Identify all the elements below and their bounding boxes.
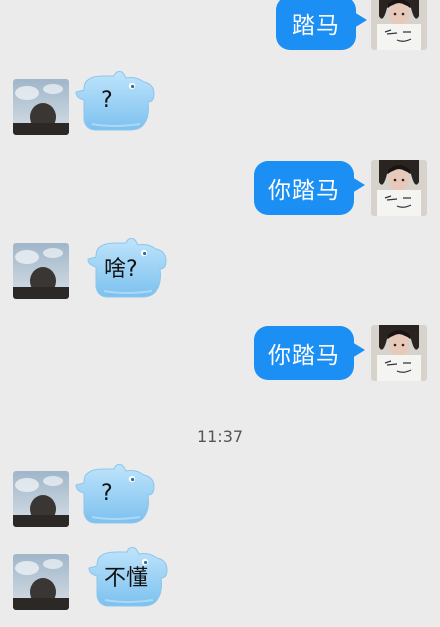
- bubble-tail: [352, 177, 365, 193]
- avatar[interactable]: [371, 325, 427, 381]
- user-avatar-icon: [371, 160, 427, 216]
- bubble-tail: [352, 342, 365, 358]
- avatar[interactable]: [13, 554, 69, 610]
- user-avatar-icon: [13, 243, 69, 299]
- message-text: ?: [101, 87, 113, 113]
- avatar[interactable]: [371, 0, 427, 50]
- incoming-bubble[interactable]: 啥?: [84, 237, 174, 297]
- user-avatar-icon: [371, 0, 427, 50]
- outgoing-bubble[interactable]: 你踏马: [254, 326, 365, 380]
- avatar[interactable]: [13, 79, 69, 135]
- avatar[interactable]: [13, 243, 69, 299]
- incoming-bubble[interactable]: 不懂: [84, 546, 176, 606]
- incoming-bubble[interactable]: ?: [74, 463, 160, 523]
- message-text: 踏马: [292, 13, 340, 39]
- user-avatar-icon: [13, 471, 69, 527]
- hippo-bubble-icon: [74, 463, 160, 525]
- outgoing-bubble[interactable]: 踏马: [276, 0, 367, 50]
- message-text: 啥?: [104, 257, 138, 282]
- user-avatar-icon: [13, 79, 69, 135]
- outgoing-bubble[interactable]: 你踏马: [254, 161, 365, 215]
- message-text: 不懂: [104, 566, 149, 591]
- bubble-tail: [354, 12, 367, 28]
- avatar[interactable]: [371, 160, 427, 216]
- message-text: 你踏马: [268, 178, 340, 204]
- message-text: ?: [101, 480, 113, 506]
- message-timestamp: 11:37: [196, 427, 244, 446]
- user-avatar-icon: [371, 325, 427, 381]
- avatar[interactable]: [13, 471, 69, 527]
- message-text: 你踏马: [268, 343, 340, 369]
- user-avatar-icon: [13, 554, 69, 610]
- incoming-bubble[interactable]: ?: [74, 70, 160, 130]
- hippo-bubble-icon: [74, 70, 160, 132]
